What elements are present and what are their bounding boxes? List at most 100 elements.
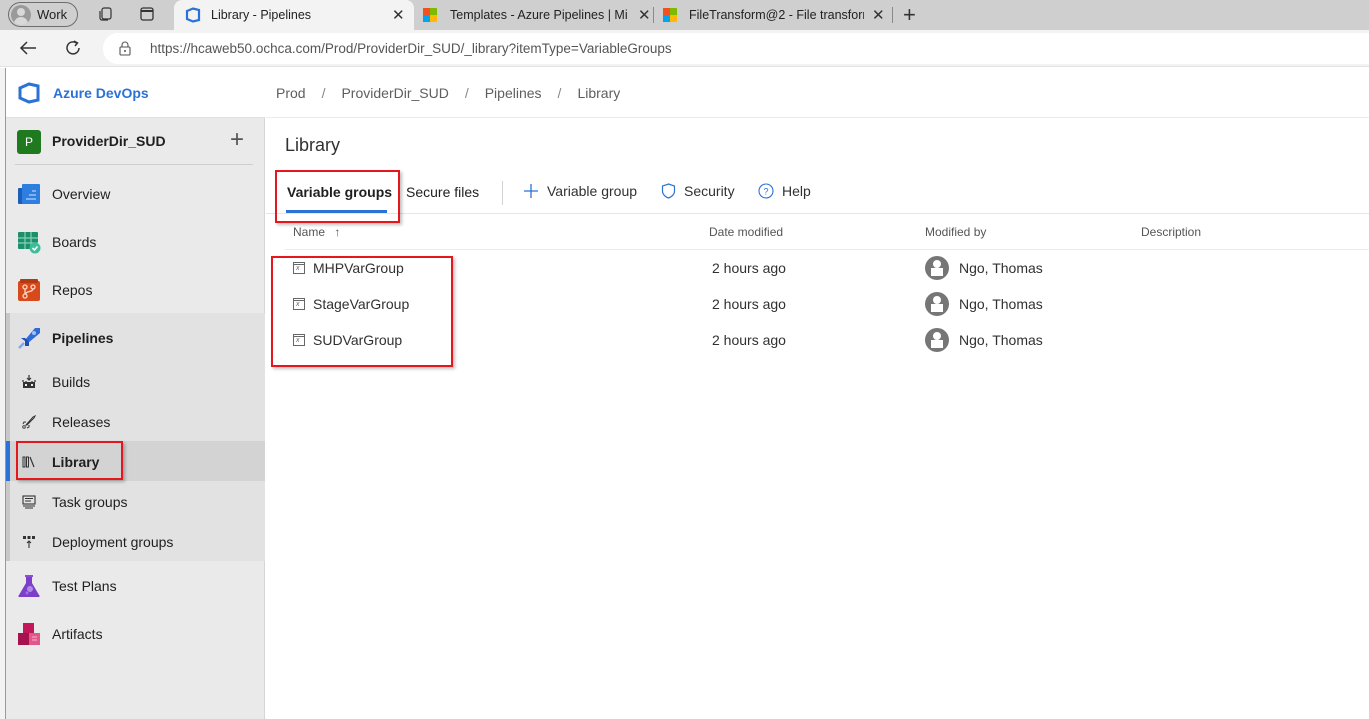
- azure-devops-tab-icon: [185, 7, 201, 23]
- back-arrow-icon[interactable]: [19, 40, 37, 56]
- url-field[interactable]: https://hcaweb50.ochca.com/Prod/Provider…: [103, 33, 1369, 64]
- profile-button[interactable]: Work: [8, 2, 78, 27]
- sidebar-item-boards[interactable]: Boards: [6, 222, 265, 262]
- microsoft-logo-icon: [663, 8, 677, 22]
- button-label: Variable group: [547, 183, 638, 199]
- workspaces-icon[interactable]: [97, 6, 113, 22]
- security-button[interactable]: Security: [661, 183, 735, 199]
- sidebar-item-releases[interactable]: Releases: [6, 402, 265, 442]
- lock-icon[interactable]: [119, 41, 131, 56]
- sidebar-item-overview[interactable]: Overview: [6, 174, 265, 214]
- sidebar-item-pipelines[interactable]: Pipelines: [6, 318, 265, 358]
- brand-header[interactable]: Azure DevOps: [6, 68, 265, 118]
- browser-tab-templates[interactable]: Templates - Azure Pipelines | Mic ✕: [414, 0, 654, 30]
- breadcrumb-item-project[interactable]: ProviderDir_SUD: [341, 85, 448, 101]
- variable-group-icon: [293, 298, 305, 310]
- sidebar-item-label: Boards: [52, 234, 97, 250]
- project-badge: P: [17, 130, 41, 154]
- artifacts-icon: [18, 623, 40, 645]
- variable-group-name[interactable]: MHPVarGroup: [313, 260, 404, 276]
- pipelines-icon: [18, 328, 40, 349]
- column-header-date-modified[interactable]: Date modified: [709, 225, 783, 239]
- plus-icon: [524, 184, 538, 198]
- tab-actions-icon[interactable]: [139, 6, 155, 22]
- browser-tab-filetransform[interactable]: FileTransform@2 - File transform ✕: [654, 0, 894, 30]
- deployment-groups-icon: [23, 536, 35, 548]
- project-header[interactable]: P ProviderDir_SUD +: [6, 118, 265, 164]
- sidebar-item-artifacts[interactable]: Artifacts: [6, 614, 265, 654]
- sidebar-item-task-groups[interactable]: Task groups: [6, 482, 265, 522]
- user-avatar-icon: [925, 292, 949, 316]
- button-label: Security: [684, 183, 735, 199]
- table-row[interactable]: StageVarGroup 2 hours ago Ngo, Thomas: [285, 287, 1369, 323]
- variable-group-icon: [293, 334, 305, 346]
- help-icon: ?: [758, 183, 774, 199]
- sidebar-item-label: Deployment groups: [52, 534, 174, 550]
- modified-by: Ngo, Thomas: [959, 332, 1043, 348]
- task-groups-icon: [22, 495, 36, 509]
- column-header-name[interactable]: Name ↑: [293, 225, 340, 239]
- profile-label: Work: [37, 7, 68, 22]
- sidebar-item-label: Library: [52, 454, 100, 470]
- header-divider: [285, 249, 1369, 250]
- toolbar: Variable groups Secure files Variable gr…: [266, 172, 1369, 214]
- breadcrumb-item-prod[interactable]: Prod: [276, 85, 306, 101]
- column-header-modified-by[interactable]: Modified by: [925, 225, 986, 239]
- project-name: ProviderDir_SUD: [52, 133, 166, 149]
- date-modified: 2 hours ago: [712, 260, 786, 276]
- tab-variable-groups[interactable]: Variable groups: [287, 184, 392, 200]
- table-row[interactable]: SUDVarGroup 2 hours ago Ngo, Thomas: [285, 323, 1369, 359]
- add-variable-group-button[interactable]: Variable group: [523, 183, 637, 199]
- add-icon[interactable]: +: [230, 126, 244, 154]
- sidebar-item-library[interactable]: Library: [6, 442, 265, 482]
- overview-icon: [18, 184, 40, 204]
- breadcrumb-separator: /: [557, 84, 562, 101]
- column-label: Name: [293, 225, 326, 239]
- sidebar-item-label: Overview: [52, 186, 111, 202]
- repos-icon: [18, 279, 40, 301]
- tab-secure-files[interactable]: Secure files: [406, 184, 479, 200]
- sidebar-item-label: Releases: [52, 414, 111, 430]
- modified-by: Ngo, Thomas: [959, 260, 1043, 276]
- user-avatar-icon: [925, 256, 949, 280]
- breadcrumb: Prod / ProviderDir_SUD / Pipelines / Lib…: [266, 68, 1369, 118]
- tab-divider: [892, 7, 893, 23]
- library-icon: [22, 456, 35, 468]
- sidebar-item-repos[interactable]: Repos: [6, 270, 265, 310]
- main-content: Prod / ProviderDir_SUD / Pipelines / Lib…: [266, 68, 1369, 719]
- new-tab-button[interactable]: +: [903, 2, 916, 28]
- releases-icon: [22, 415, 36, 429]
- sidebar-item-label: Builds: [52, 374, 91, 390]
- sidebar-item-deployment-groups[interactable]: Deployment groups: [6, 522, 265, 562]
- refresh-icon[interactable]: [64, 39, 82, 57]
- close-tab-icon[interactable]: ✕: [638, 6, 651, 24]
- sidebar-item-label: Task groups: [52, 494, 128, 510]
- sidebar-item-builds[interactable]: Builds: [6, 362, 265, 402]
- sidebar-item-test-plans[interactable]: Test Plans: [6, 566, 265, 606]
- variable-group-name[interactable]: SUDVarGroup: [313, 332, 402, 348]
- tab-title: FileTransform@2 - File transform: [689, 8, 864, 22]
- sidebar: Azure DevOps P ProviderDir_SUD + Overvie…: [6, 68, 265, 719]
- browser-address-bar: https://hcaweb50.ochca.com/Prod/Provider…: [0, 30, 1369, 67]
- table-row[interactable]: MHPVarGroup 2 hours ago Ngo, Thomas: [285, 251, 1369, 287]
- divider: [15, 164, 253, 165]
- help-button[interactable]: ? Help: [758, 183, 811, 199]
- browser-tab-library[interactable]: Library - Pipelines ✕: [174, 0, 414, 30]
- variable-group-name[interactable]: StageVarGroup: [313, 296, 409, 312]
- page-title: Library: [285, 135, 341, 155]
- azure-devops-app: Azure DevOps P ProviderDir_SUD + Overvie…: [6, 68, 1369, 719]
- button-label: Help: [782, 183, 811, 199]
- breadcrumb-item-pipelines[interactable]: Pipelines: [485, 85, 542, 101]
- column-header-description[interactable]: Description: [1141, 225, 1201, 239]
- brand-name: Azure DevOps: [53, 84, 149, 101]
- selected-tab-indicator: [286, 210, 387, 213]
- close-tab-icon[interactable]: ✕: [392, 6, 405, 24]
- close-tab-icon[interactable]: ✕: [872, 6, 885, 24]
- variable-group-icon: [293, 262, 305, 274]
- url-text: https://hcaweb50.ochca.com/Prod/Provider…: [150, 41, 672, 56]
- azure-devops-logo-icon: [18, 82, 40, 104]
- breadcrumb-item-library[interactable]: Library: [577, 85, 620, 101]
- sort-ascending-icon: ↑: [334, 225, 341, 239]
- svg-text:?: ?: [763, 187, 768, 197]
- sidebar-item-label: Test Plans: [52, 578, 117, 594]
